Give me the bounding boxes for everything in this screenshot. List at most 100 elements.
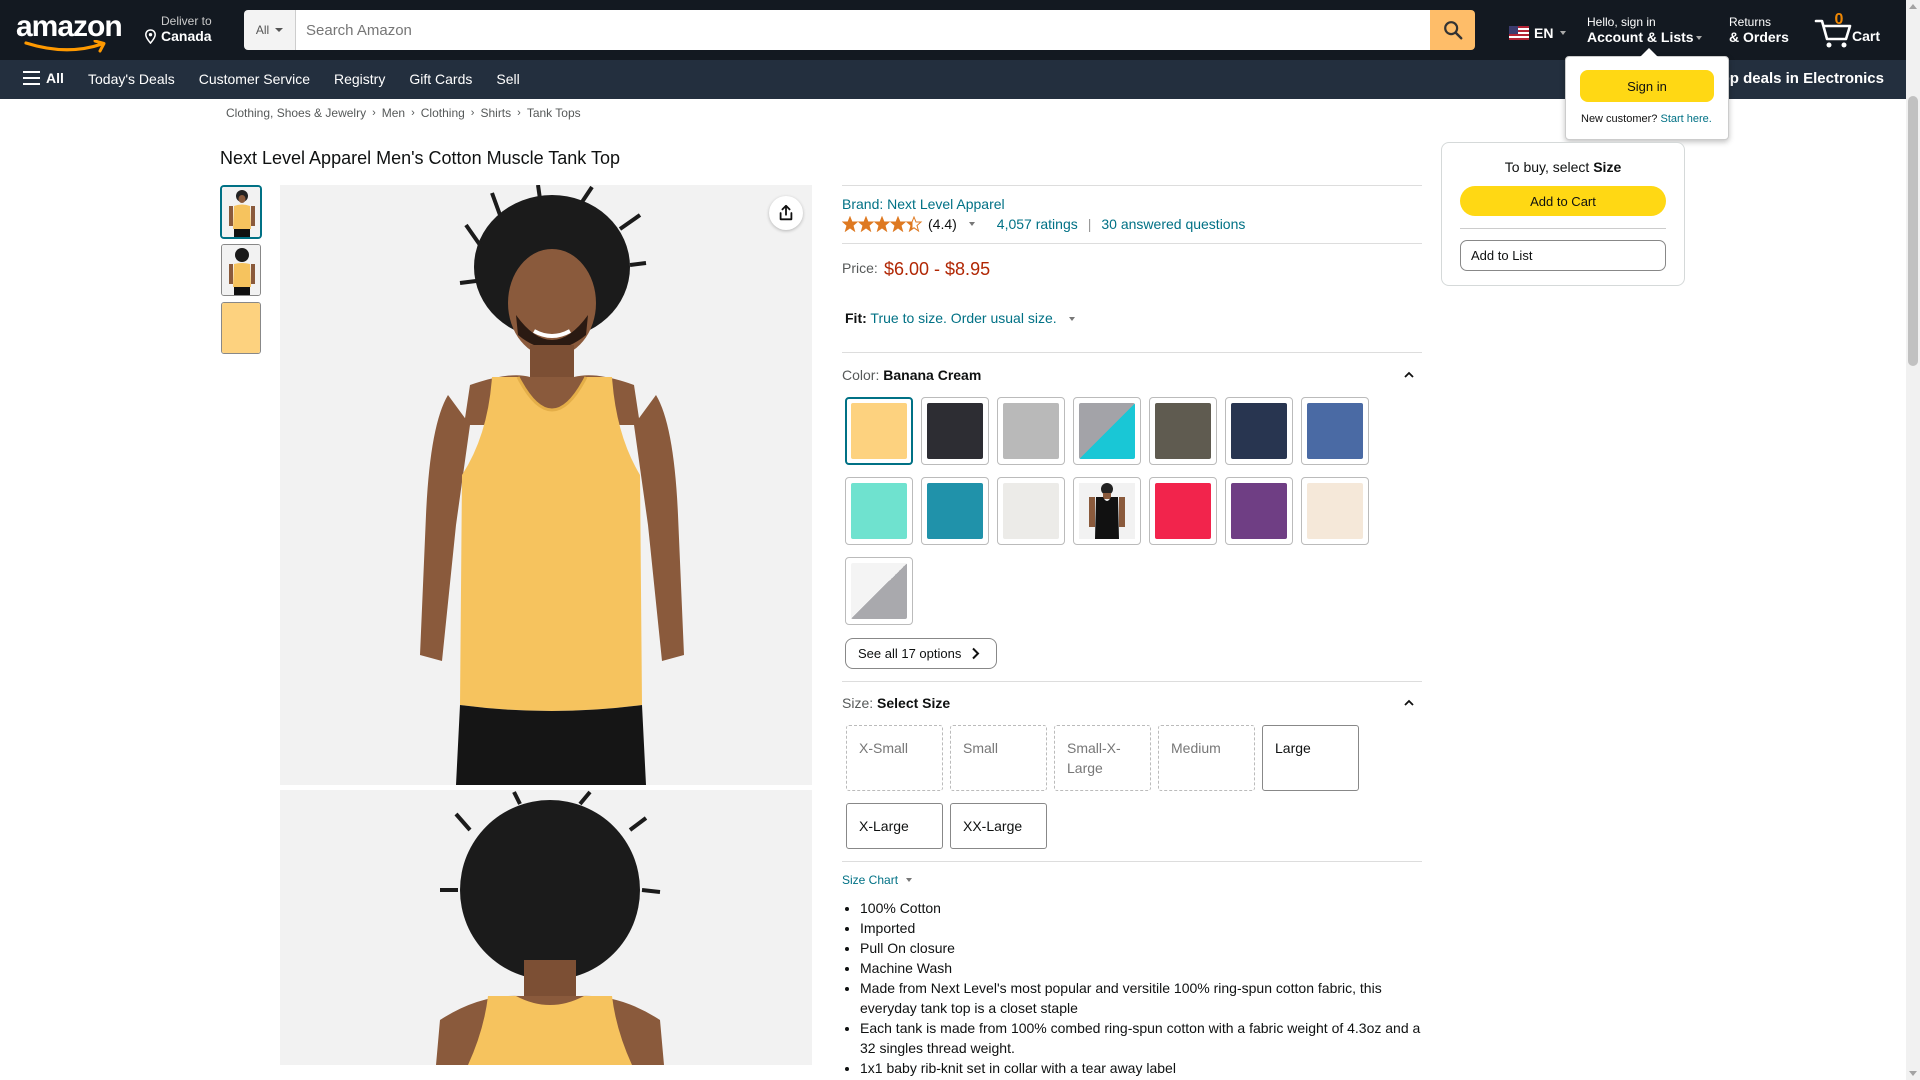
scroll-down-arrow-icon[interactable]: [1909, 1071, 1917, 1076]
chevron-right-icon: [972, 647, 980, 660]
chevron-up-icon[interactable]: [1404, 698, 1414, 708]
model-back-image: [280, 790, 812, 1065]
breadcrumb-item[interactable]: Clothing: [421, 106, 465, 120]
feature-bullet: Machine Wash: [860, 958, 1424, 978]
secondary-product-image[interactable]: [280, 790, 812, 1065]
scroll-up-arrow-icon[interactable]: [1909, 4, 1917, 9]
cart-button[interactable]: 0 Cart: [1814, 11, 1884, 51]
color-swatch[interactable]: [921, 397, 989, 465]
account-lists[interactable]: Hello, sign in Account & Lists: [1587, 15, 1702, 45]
rating-value: (4.4): [928, 216, 957, 232]
subnav-link-sell[interactable]: Sell: [484, 71, 531, 87]
feature-bullet: Imported: [860, 918, 1424, 938]
thumbnail-front[interactable]: [221, 186, 261, 238]
search-button[interactable]: [1430, 10, 1475, 50]
divider: [842, 185, 1422, 186]
color-swatch-banana-cream[interactable]: [845, 397, 913, 465]
size-option-medium[interactable]: Medium: [1158, 725, 1255, 791]
deliver-to[interactable]: Deliver to Canada: [143, 14, 227, 44]
us-flag-icon: [1509, 26, 1529, 40]
page-scrollbar[interactable]: [1906, 0, 1920, 1080]
see-all-options-button[interactable]: See all 17 options: [845, 638, 997, 669]
feature-bullet: 1x1 baby rib-knit set in collar with a t…: [860, 1058, 1424, 1078]
color-label: Color:: [842, 367, 880, 383]
sign-in-button[interactable]: Sign in: [1580, 70, 1714, 102]
subnav-links: Today's Deals Customer Service Registry …: [76, 71, 532, 87]
color-swatch[interactable]: [845, 557, 913, 625]
size-option-small[interactable]: Small: [950, 725, 1047, 791]
color-swatch[interactable]: [1149, 477, 1217, 545]
size-option-xx-large[interactable]: XX-Large: [950, 803, 1047, 849]
chevron-up-icon[interactable]: [1404, 370, 1414, 380]
search-bar: All: [244, 10, 1475, 50]
all-menu-button[interactable]: All: [23, 70, 64, 86]
language-selector[interactable]: EN: [1509, 25, 1567, 41]
size-chart-label: Size Chart: [842, 873, 899, 887]
color-swatch[interactable]: [997, 397, 1065, 465]
caret-down-icon: [275, 28, 284, 32]
divider: [842, 243, 1422, 244]
start-here-link[interactable]: Start here.: [1660, 113, 1711, 125]
size-option-large[interactable]: Large: [1262, 725, 1359, 791]
thumbnail-back[interactable]: [221, 244, 261, 296]
chevron-right-icon: ›: [517, 107, 521, 119]
feature-bullet: Each tank is made from 100% combed ring-…: [860, 1018, 1424, 1058]
new-customer-text: New customer? Start here.: [1581, 113, 1712, 125]
search-input[interactable]: [296, 10, 1430, 50]
chevron-right-icon: ›: [411, 107, 415, 119]
returns-orders[interactable]: Returns & Orders: [1729, 15, 1789, 45]
color-swatch[interactable]: [1225, 477, 1293, 545]
breadcrumb-item[interactable]: Clothing, Shoes & Jewelry: [226, 106, 366, 120]
deliver-line1: Deliver to: [161, 14, 212, 28]
feature-bullet: Pull On closure: [860, 938, 1424, 958]
fit-info: Fit: True to size. Order usual size.: [845, 310, 1075, 326]
buy-box-prefix: To buy, select: [1504, 159, 1594, 175]
share-button[interactable]: [769, 196, 803, 230]
subnav-link-todays-deals[interactable]: Today's Deals: [76, 71, 187, 87]
signin-flyout: Sign in New customer? Start here.: [1565, 48, 1729, 140]
caret-down-icon[interactable]: [1068, 317, 1075, 322]
color-swatch[interactable]: [1149, 397, 1217, 465]
see-all-label: See all 17 options: [858, 646, 962, 661]
subnav-link-customer-service[interactable]: Customer Service: [187, 71, 322, 87]
color-swatch[interactable]: [845, 477, 913, 545]
product-title: Next Level Apparel Men's Cotton Muscle T…: [220, 148, 620, 168]
model-front-thumbnail: [222, 187, 260, 237]
model-front-image: [280, 185, 812, 785]
caret-down-icon[interactable]: [968, 222, 975, 226]
color-swatch[interactable]: [1073, 477, 1141, 545]
subnav-link-gift-cards[interactable]: Gift Cards: [397, 71, 484, 87]
breadcrumb-item[interactable]: Men: [382, 106, 405, 120]
main-product-image[interactable]: [280, 185, 812, 785]
buy-box-bold: Size: [1593, 159, 1622, 175]
size-label-row: Size: Select Size: [842, 695, 950, 711]
color-swatch[interactable]: [1225, 397, 1293, 465]
color-swatch[interactable]: [1301, 397, 1369, 465]
size-option-small-x-large[interactable]: Small-X-Large: [1054, 725, 1151, 791]
thumbnail-swatch[interactable]: [221, 302, 261, 354]
color-swatch[interactable]: [921, 477, 989, 545]
fit-value-link[interactable]: True to size. Order usual size.: [870, 310, 1056, 326]
breadcrumb-item[interactable]: Shirts: [480, 106, 511, 120]
scrollbar-thumb[interactable]: [1908, 96, 1918, 366]
all-label: All: [46, 70, 64, 86]
answered-questions-link[interactable]: 30 answered questions: [1101, 216, 1245, 232]
add-to-list-button[interactable]: Add to List: [1460, 240, 1666, 271]
subnav-link-registry[interactable]: Registry: [322, 71, 397, 87]
color-swatch[interactable]: [997, 477, 1065, 545]
color-swatch[interactable]: [1073, 397, 1141, 465]
promo-link[interactable]: op deals in Electronics: [1721, 70, 1884, 87]
search-category-dropdown[interactable]: All: [244, 10, 296, 50]
amazon-logo[interactable]: amazon: [16, 12, 124, 53]
ratings-count-link[interactable]: 4,057 ratings: [997, 216, 1078, 232]
breadcrumb-item[interactable]: Tank Tops: [527, 106, 581, 120]
size-option-x-large[interactable]: X-Large: [846, 803, 943, 849]
add-to-cart-button[interactable]: Add to Cart: [1460, 186, 1666, 216]
size-chart-link[interactable]: Size Chart: [842, 873, 913, 887]
color-swatch[interactable]: [1301, 477, 1369, 545]
size-option-x-small[interactable]: X-Small: [846, 725, 943, 791]
star-rating-icon[interactable]: [842, 216, 924, 232]
model-back-thumbnail: [222, 245, 260, 295]
brand-link[interactable]: Brand: Next Level Apparel: [842, 196, 1005, 212]
buy-box: To buy, select Size Add to Cart Add to L…: [1441, 142, 1685, 286]
